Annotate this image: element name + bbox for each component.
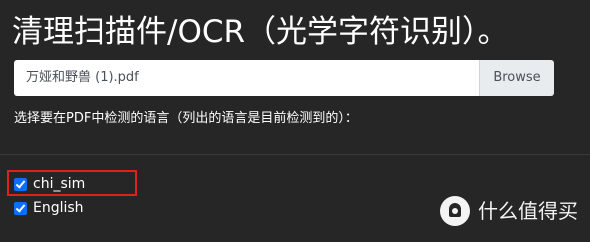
checkbox-checked-icon[interactable] [14,201,27,215]
file-input-group[interactable]: 万娅和野兽 (1).pdf Browse [14,60,554,96]
page-title: 清理扫描件/OCR（光学字符识别）。 [12,14,509,50]
checkbox-checked-icon[interactable] [14,177,27,191]
divider [0,154,590,155]
language-option-chi-sim[interactable]: chi_sim [14,175,85,193]
language-option-english[interactable]: English [14,199,84,217]
language-label: English [33,200,84,216]
ocr-page: 清理扫描件/OCR（光学字符识别）。 万娅和野兽 (1).pdf Browse … [0,0,590,242]
language-instruction: 选择要在PDF中检测的语言（列出的语言是目前检测到的）： [14,111,358,126]
file-name-field[interactable]: 万娅和野兽 (1).pdf [14,60,479,96]
watermark: 什么值得买 [440,196,578,226]
watermark-text: 什么值得买 [478,199,578,223]
language-label: chi_sim [33,176,86,192]
watermark-logo-icon [440,196,470,226]
browse-button[interactable]: Browse [479,60,554,96]
